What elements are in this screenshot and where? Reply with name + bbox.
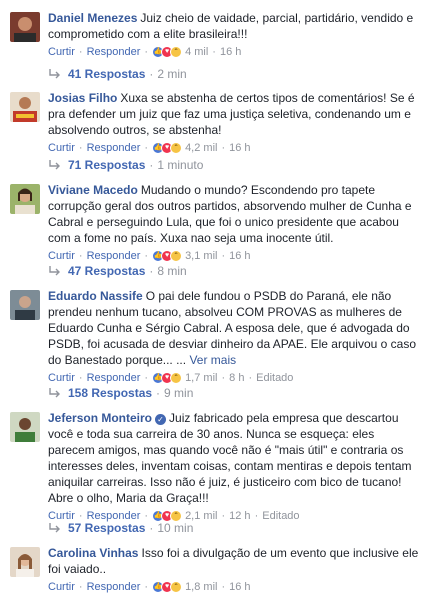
avatar[interactable] [10, 92, 40, 122]
comment-actions: Curtir · Responder · 👍 ♥ ᵔ 4,2 mil · 16 h [48, 140, 251, 156]
avatar[interactable] [10, 290, 40, 320]
comment-time[interactable]: 16 h [229, 248, 250, 264]
replies-link[interactable]: 71 Respostas [68, 157, 145, 173]
like-button[interactable]: Curtir [48, 370, 75, 386]
replies-row[interactable]: 71 Respostas · 1 minuto [48, 157, 203, 173]
replies-row[interactable]: 41 Respostas · 2 min [48, 66, 187, 82]
haha-reaction-icon: ᵔ [170, 142, 183, 154]
like-button[interactable]: Curtir [48, 579, 75, 595]
comment-time[interactable]: 16 h [229, 579, 250, 595]
avatar[interactable] [10, 184, 40, 214]
reply-button[interactable]: Responder [87, 579, 141, 595]
replies-row[interactable]: 158 Respostas · 9 min [48, 385, 193, 401]
reply-arrow-icon [49, 160, 60, 170]
comment-author[interactable]: Viviane Macedo [48, 183, 138, 197]
reply-button[interactable]: Responder [87, 370, 141, 386]
replies-time: 10 min [157, 521, 194, 535]
replies-time: 2 min [157, 67, 187, 81]
reactions-count[interactable]: 4 mil [185, 44, 208, 60]
replies-row[interactable]: 57 Respostas · 10 min [48, 520, 193, 536]
edited-label[interactable]: Editado [256, 370, 293, 386]
reactions[interactable]: 👍 ♥ ᵔ [152, 46, 183, 58]
comment-author[interactable]: Josias Filho [48, 91, 117, 105]
reply-button[interactable]: Responder [87, 140, 141, 156]
like-button[interactable]: Curtir [48, 248, 75, 264]
like-button[interactable]: Curtir [48, 44, 75, 60]
comment-actions: Curtir · Responder · 👍 ♥ ᵔ 3,1 mil · 16 h [48, 248, 251, 264]
replies-time: 8 min [157, 264, 187, 278]
haha-reaction-icon: ᵔ [170, 250, 183, 262]
reply-arrow-icon [49, 523, 60, 533]
reply-arrow-icon [49, 388, 60, 398]
reactions-count[interactable]: 1,8 mil [185, 579, 217, 595]
replies-time: 1 minuto [157, 158, 204, 172]
comment-actions: Curtir · Responder · 👍 ♥ ᵔ 1,7 mil · 8 h · Edi… [48, 370, 294, 386]
replies-link[interactable]: 47 Respostas [68, 263, 145, 279]
haha-reaction-icon: ᵔ [170, 372, 183, 384]
reply-arrow-icon [49, 266, 60, 276]
avatar[interactable] [10, 547, 40, 577]
reactions[interactable]: 👍 ♥ ᵔ [152, 372, 183, 384]
like-button[interactable]: Curtir [48, 140, 75, 156]
replies-time: 9 min [164, 386, 194, 400]
reactions[interactable]: 👍 ♥ ᵔ [152, 581, 183, 593]
verified-badge-icon: ✓ [155, 414, 167, 425]
comment-time[interactable]: 16 h [220, 44, 241, 60]
haha-reaction-icon: ᵔ [170, 581, 183, 593]
reactions-count[interactable]: 3,1 mil [185, 248, 217, 264]
comment-author[interactable]: Carolina Vinhas [48, 546, 138, 560]
comment-author[interactable]: Daniel Menezes [48, 11, 137, 25]
reply-button[interactable]: Responder [87, 248, 141, 264]
comment-actions: Curtir · Responder · 👍 ♥ ᵔ 1,8 mil · 16 h [48, 579, 251, 595]
comment-time[interactable]: 8 h [229, 370, 244, 386]
reply-button[interactable]: Responder [87, 44, 141, 60]
comment-time[interactable]: 16 h [229, 140, 250, 156]
replies-row[interactable]: 47 Respostas · 8 min [48, 263, 187, 279]
reactions-count[interactable]: 1,7 mil [185, 370, 217, 386]
reactions[interactable]: 👍 ♥ ᵔ [152, 250, 183, 262]
comment-text: Juiz fabricado pela empresa que descarto… [48, 411, 412, 505]
replies-link[interactable]: 41 Respostas [68, 66, 145, 82]
replies-link[interactable]: 158 Respostas [68, 385, 152, 401]
comment-author[interactable]: Jeferson Monteiro [48, 411, 152, 425]
reply-arrow-icon [49, 69, 60, 79]
reactions[interactable]: 👍 ♥ ᵔ [152, 142, 183, 154]
comment-actions: Curtir · Responder · 👍 ♥ ᵔ 4 mil · 16 h [48, 44, 242, 60]
avatar[interactable] [10, 12, 40, 42]
comment-author[interactable]: Eduardo Nassife [48, 289, 143, 303]
reactions-count[interactable]: 4,2 mil [185, 140, 217, 156]
haha-reaction-icon: ᵔ [170, 46, 183, 58]
comment-time[interactable]: 12 h [229, 508, 250, 524]
replies-link[interactable]: 57 Respostas [68, 520, 145, 536]
edited-label[interactable]: Editado [262, 508, 299, 524]
see-more-link[interactable]: Ver mais [189, 353, 236, 367]
avatar[interactable] [10, 412, 40, 442]
